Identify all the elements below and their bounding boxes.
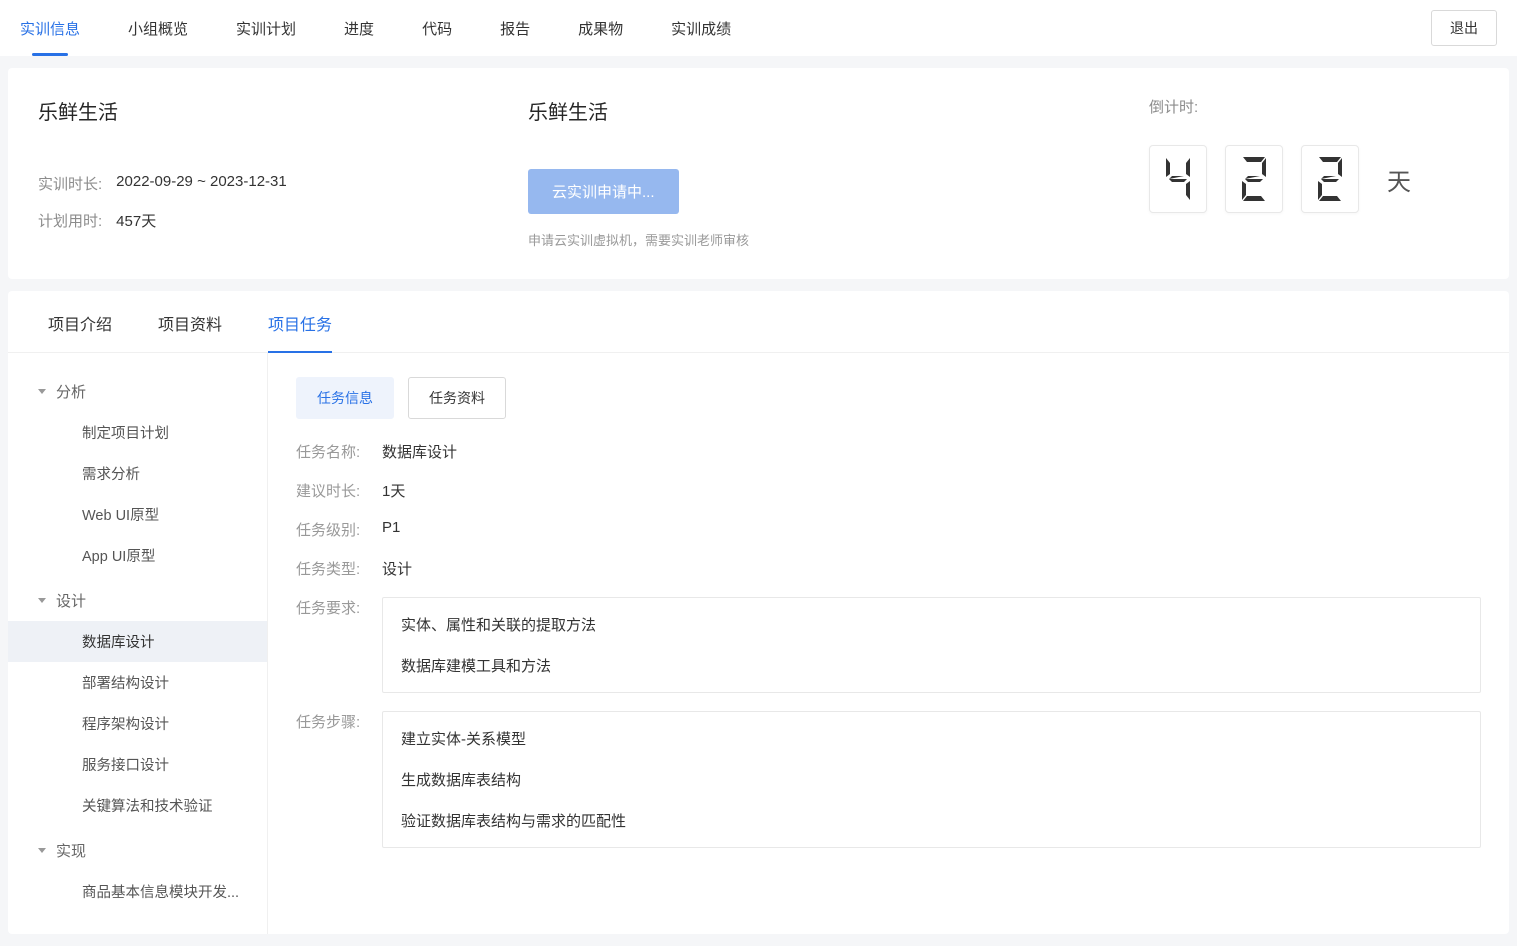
exit-button[interactable]: 退出 [1431, 10, 1497, 46]
segment-buttons: 任务信息任务资料 [296, 377, 1481, 419]
task-type-label: 任务类型: [296, 558, 382, 579]
plan-row: 计划用时: 457天 [38, 210, 468, 231]
countdown-digit-1 [1225, 145, 1283, 213]
duration-value: 2022-09-29 ~ 2023-12-31 [116, 173, 287, 194]
caret-down-icon [38, 598, 46, 603]
task-level-row: 任务级别: P1 [296, 519, 1481, 540]
tree-parent-1[interactable]: 设计 [8, 580, 267, 621]
tree-child-1-0[interactable]: 数据库设计 [8, 621, 267, 662]
info-right: 倒计时: 天 [1149, 96, 1479, 249]
tree-child-1-3[interactable]: 服务接口设计 [8, 744, 267, 785]
top-nav-tab-3[interactable]: 进度 [344, 0, 374, 56]
duration-row: 实训时长: 2022-09-29 ~ 2023-12-31 [38, 173, 468, 194]
tree-group-0: 分析制定项目计划需求分析Web UI原型App UI原型 [8, 371, 267, 576]
task-req-label: 任务要求: [296, 597, 382, 693]
task-duration-row: 建议时长: 1天 [296, 480, 1481, 501]
task-step-box: 建立实体-关系模型生成数据库表结构验证数据库表结构与需求的匹配性 [382, 711, 1481, 848]
info-middle: 乐鲜生活 云实训申请中... 申请云实训虚拟机，需要实训老师审核 [528, 96, 1089, 249]
task-req-box: 实体、属性和关联的提取方法数据库建模工具和方法 [382, 597, 1481, 693]
task-type-value: 设计 [382, 558, 412, 579]
tree-group-2: 实现商品基本信息模块开发... [8, 830, 267, 912]
top-nav-tab-5[interactable]: 报告 [500, 0, 530, 56]
task-step-row: 任务步骤: 建立实体-关系模型生成数据库表结构验证数据库表结构与需求的匹配性 [296, 711, 1481, 848]
tree-parent-2[interactable]: 实现 [8, 830, 267, 871]
detail-panel: 任务信息任务资料 任务名称: 数据库设计 建议时长: 1天 任务级别: P1 任… [268, 353, 1509, 934]
info-left: 乐鲜生活 实训时长: 2022-09-29 ~ 2023-12-31 计划用时:… [38, 96, 468, 249]
task-step-label: 任务步骤: [296, 711, 382, 848]
task-name-label: 任务名称: [296, 441, 382, 462]
seg-btn-1[interactable]: 任务资料 [408, 377, 506, 419]
content-body: 分析制定项目计划需求分析Web UI原型App UI原型设计数据库设计部署结构设… [8, 353, 1509, 934]
top-nav-tab-2[interactable]: 实训计划 [236, 0, 296, 56]
top-nav-tab-7[interactable]: 实训成绩 [671, 0, 731, 56]
task-level-label: 任务级别: [296, 519, 382, 540]
tree-child-0-2[interactable]: Web UI原型 [8, 494, 267, 535]
plan-value: 457天 [116, 210, 156, 231]
tree-child-0-3[interactable]: App UI原型 [8, 535, 267, 576]
top-nav-tabs: 实训信息小组概览实训计划进度代码报告 成果物 实训成绩 [20, 0, 731, 56]
countdown-label: 倒计时: [1149, 96, 1479, 117]
countdown-digit-0 [1149, 145, 1207, 213]
top-nav-tab-6[interactable]: 成果物 [578, 0, 623, 56]
tree-child-0-1[interactable]: 需求分析 [8, 453, 267, 494]
plan-label: 计划用时: [38, 210, 102, 231]
tree-parent-label: 分析 [56, 381, 86, 402]
task-name-row: 任务名称: 数据库设计 [296, 441, 1481, 462]
sub-tab-1[interactable]: 项目资料 [158, 291, 222, 352]
top-navigation: 实训信息小组概览实训计划进度代码报告 成果物 实训成绩 退出 [0, 0, 1517, 56]
tree-group-1: 设计数据库设计部署结构设计程序架构设计服务接口设计关键算法和技术验证 [8, 580, 267, 826]
task-req-row: 任务要求: 实体、属性和关联的提取方法数据库建模工具和方法 [296, 597, 1481, 693]
top-nav-tab-4[interactable]: 代码 [422, 0, 452, 56]
sub-tab-0[interactable]: 项目介绍 [48, 291, 112, 352]
duration-label: 实训时长: [38, 173, 102, 194]
top-nav-tab-0[interactable]: 实训信息 [20, 0, 80, 56]
countdown-digit-2 [1301, 145, 1359, 213]
tree-child-2-0[interactable]: 商品基本信息模块开发... [8, 871, 267, 912]
step-line-1: 生成数据库表结构 [401, 769, 1462, 790]
tree-child-1-4[interactable]: 关键算法和技术验证 [8, 785, 267, 826]
countdown-unit: 天 [1387, 162, 1411, 197]
req-line-1: 数据库建模工具和方法 [401, 655, 1462, 676]
step-line-0: 建立实体-关系模型 [401, 728, 1462, 749]
step-line-2: 验证数据库表结构与需求的匹配性 [401, 810, 1462, 831]
sub-tab-2[interactable]: 项目任务 [268, 291, 332, 352]
project-title-left: 乐鲜生活 [38, 96, 468, 125]
tree-child-0-0[interactable]: 制定项目计划 [8, 412, 267, 453]
tree-parent-label: 实现 [56, 840, 86, 861]
seg-btn-0[interactable]: 任务信息 [296, 377, 394, 419]
caret-down-icon [38, 848, 46, 853]
info-card: 乐鲜生活 实训时长: 2022-09-29 ~ 2023-12-31 计划用时:… [8, 68, 1509, 279]
tree-child-1-1[interactable]: 部署结构设计 [8, 662, 267, 703]
sub-tabs: 项目介绍项目资料项目任务 [8, 291, 1509, 353]
tree-parent-label: 设计 [56, 590, 86, 611]
top-nav-tab-1[interactable]: 小组概览 [128, 0, 188, 56]
task-level-value: P1 [382, 519, 400, 540]
task-duration-value: 1天 [382, 480, 405, 501]
tree-child-1-2[interactable]: 程序架构设计 [8, 703, 267, 744]
task-duration-label: 建议时长: [296, 480, 382, 501]
apply-note: 申请云实训虚拟机，需要实训老师审核 [528, 230, 1089, 249]
main-card: 项目介绍项目资料项目任务 分析制定项目计划需求分析Web UI原型App UI原… [8, 291, 1509, 934]
task-tree-sidebar: 分析制定项目计划需求分析Web UI原型App UI原型设计数据库设计部署结构设… [8, 353, 268, 934]
caret-down-icon [38, 389, 46, 394]
task-type-row: 任务类型: 设计 [296, 558, 1481, 579]
task-name-value: 数据库设计 [382, 441, 457, 462]
project-title-middle: 乐鲜生活 [528, 96, 1089, 125]
cloud-apply-button[interactable]: 云实训申请中... [528, 169, 679, 214]
req-line-0: 实体、属性和关联的提取方法 [401, 614, 1462, 635]
tree-parent-0[interactable]: 分析 [8, 371, 267, 412]
countdown-row: 天 [1149, 145, 1479, 213]
